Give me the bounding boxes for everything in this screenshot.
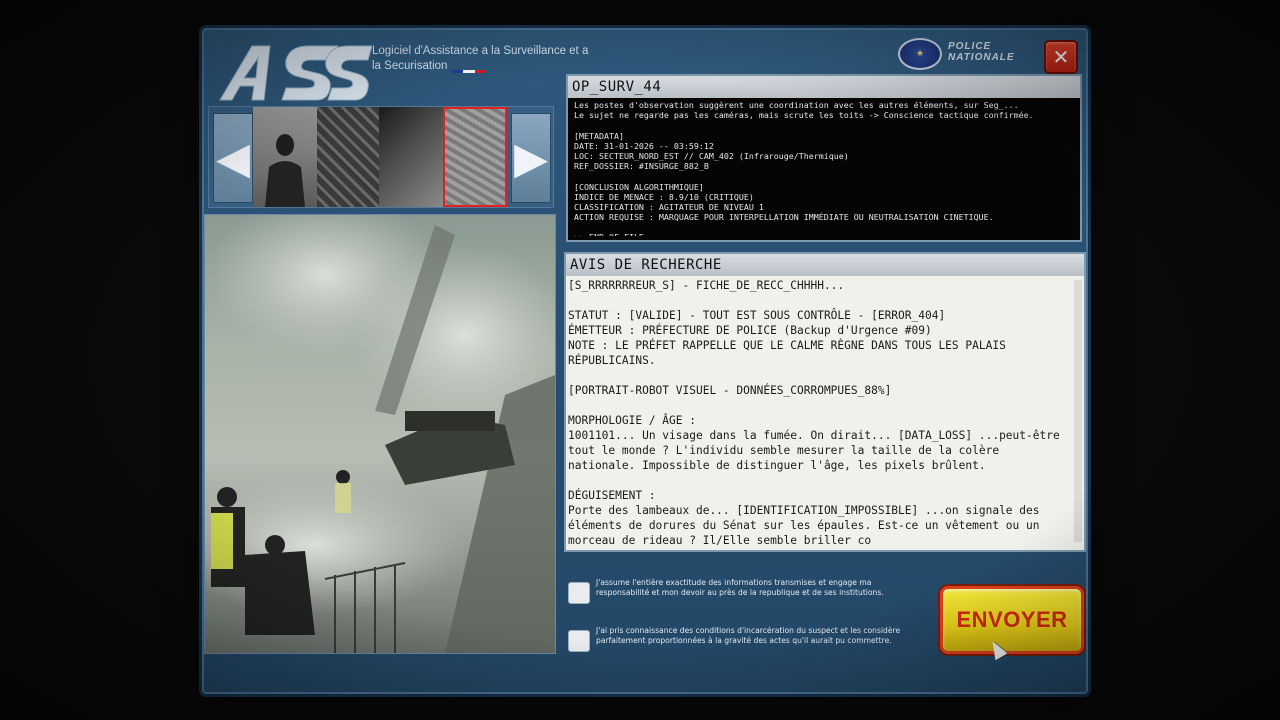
notice-line: ÉMETTEUR : PRÉFECTURE DE POLICE (Backup … bbox=[568, 324, 932, 337]
ass-logo bbox=[219, 45, 372, 101]
notice-line: NOTE : LE PRÉFET RAPPELLE QUE LE CALME R… bbox=[568, 339, 1013, 367]
flag-blue bbox=[452, 70, 464, 73]
notice-line bbox=[568, 368, 1066, 383]
terminal-line: ACTION REQUISE : MARQUAGE POUR INTERPELL… bbox=[574, 212, 994, 223]
terminal-line: LOC: SECTEUR_NORD_EST // CAM_402 (Infrar… bbox=[574, 150, 849, 161]
flag-red bbox=[474, 70, 486, 73]
thumbnail-3[interactable] bbox=[379, 107, 443, 207]
terminal-line: REF_DOSSIER: #INSURGE_882_B bbox=[574, 161, 709, 172]
declaration-checkbox-1[interactable] bbox=[568, 582, 590, 604]
figure-silhouette bbox=[265, 134, 305, 207]
image-carousel: ◀ ▶ bbox=[208, 106, 554, 208]
declaration-checkboxes: J'assume l'entière exactitude des inform… bbox=[566, 578, 916, 674]
notice-line bbox=[568, 473, 1066, 488]
chevron-right-icon: ▶ bbox=[514, 132, 548, 184]
terminal-line: [CONCLUSION ALGORITHMIQUE] bbox=[574, 181, 704, 192]
terminal-line: CLASSIFICATION : AGITATEUR DE NIVEAU 1 bbox=[574, 201, 764, 212]
declaration-row-1: J'assume l'entière exactitude des inform… bbox=[566, 578, 916, 626]
police-nationale-logo: POLICE NATIONALE bbox=[948, 41, 1015, 63]
thumbnail-4-selected[interactable] bbox=[443, 107, 507, 207]
terminal-body: Les postes d'observation suggèrent une c… bbox=[568, 98, 1080, 236]
terminal-line: >> END OF FILE bbox=[574, 232, 1074, 236]
thumbnail-1[interactable] bbox=[253, 107, 317, 207]
notice-line bbox=[568, 293, 1066, 308]
french-flag bbox=[452, 70, 486, 73]
wanted-notice-body[interactable]: [S_RRRRRRREUR_S] - FICHE_DE_RECC_CHHHH..… bbox=[568, 278, 1066, 546]
notice-line bbox=[568, 398, 1066, 413]
surveillance-photo bbox=[204, 214, 556, 654]
emblem-icon: ★ bbox=[898, 38, 942, 70]
declaration-label-1: J'assume l'entière exactitude des inform… bbox=[596, 578, 884, 597]
notice-line: 1001101... Un visage dans la fumée. On d… bbox=[568, 429, 1066, 472]
wanted-notice-title: AVIS DE RECHERCHE bbox=[566, 254, 1084, 276]
app-window: Logiciel d'Assistance a la Surveillance … bbox=[202, 28, 1088, 694]
carousel-next-button[interactable]: ▶ bbox=[511, 113, 551, 203]
terminal-title: OP_SURV_44 bbox=[568, 76, 1080, 98]
flag-white bbox=[463, 70, 475, 73]
close-button[interactable]: ✕ bbox=[1044, 40, 1078, 74]
notice-line: DÉGUISEMENT : bbox=[568, 489, 656, 502]
send-button[interactable]: ENVOYER bbox=[940, 586, 1084, 654]
carousel-prev-button[interactable]: ◀ bbox=[213, 113, 253, 203]
declaration-label-2: J'ai pris connaissance des conditions d'… bbox=[596, 626, 901, 645]
notice-line: STATUT : [VALIDE] - TOUT EST SOUS CONTRÔ… bbox=[568, 309, 946, 322]
notice-line: MORPHOLOGIE / ÂGE : bbox=[568, 414, 696, 427]
declaration-row-2: J'ai pris connaissance des conditions d'… bbox=[566, 626, 916, 674]
wanted-notice-panel: AVIS DE RECHERCHE [S_RRRRRRREUR_S] - FIC… bbox=[564, 252, 1086, 552]
chevron-left-icon: ◀ bbox=[216, 132, 250, 184]
terminal-line: Les postes d'observation suggèrent une c… bbox=[574, 100, 1024, 110]
notice-line: Porte des lambeaux de... [IDENTIFICATION… bbox=[568, 504, 1047, 546]
riot-scene-image bbox=[205, 215, 555, 653]
carousel-thumbnails bbox=[253, 107, 507, 207]
terminal-line: Le sujet ne regarde pas les caméras, mai… bbox=[574, 110, 1034, 121]
notice-line: [PORTRAIT-ROBOT VISUEL - DONNÉES_CORROMP… bbox=[568, 384, 892, 397]
declaration-checkbox-2[interactable] bbox=[568, 630, 590, 652]
wanted-notice-scrollbar[interactable] bbox=[1074, 280, 1082, 542]
terminal-line: [METADATA] bbox=[574, 130, 624, 141]
terminal-line: INDICE DE MENACE : 8.9/10 (CRITIQUE) bbox=[574, 191, 754, 202]
surveillance-terminal: OP_SURV_44 Les postes d'observation sugg… bbox=[566, 74, 1082, 242]
notice-line: [S_RRRRRRREUR_S] - FICHE_DE_RECC_CHHHH..… bbox=[568, 279, 845, 292]
terminal-line: DATE: 31-01-2026 -- 03:59:12 bbox=[574, 140, 714, 151]
thumbnail-2[interactable] bbox=[317, 107, 379, 207]
